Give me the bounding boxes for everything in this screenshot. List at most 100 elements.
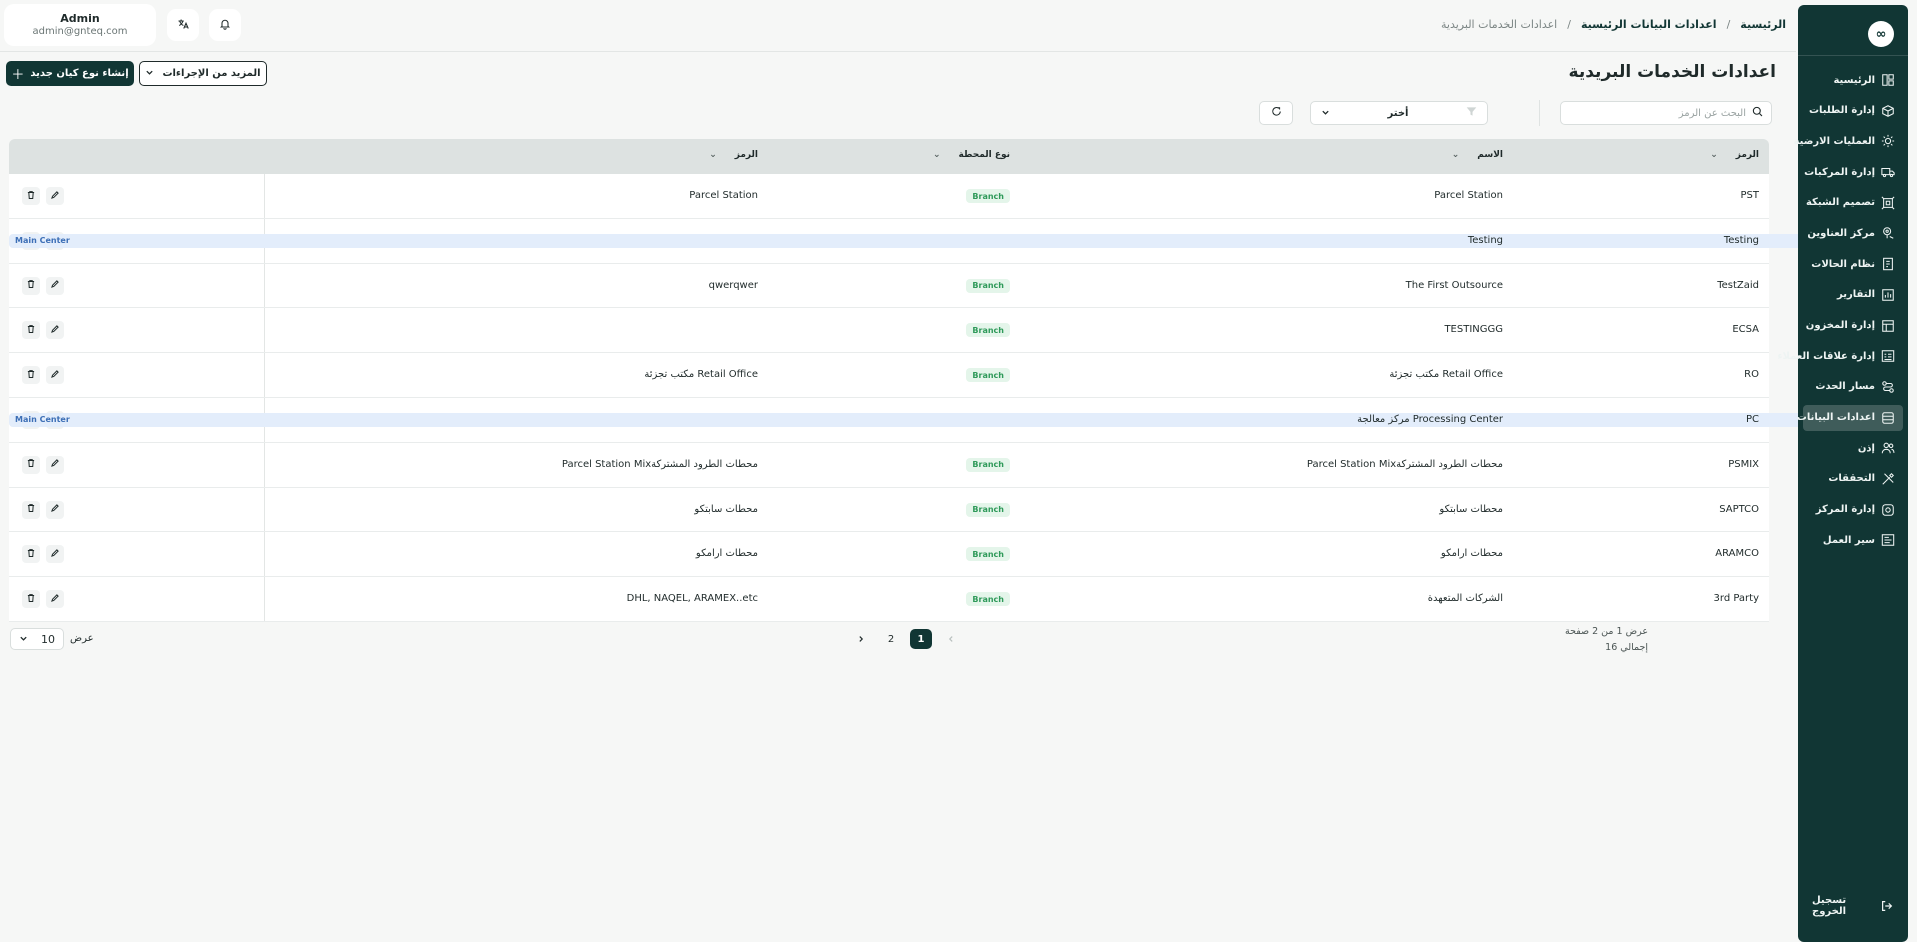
sidebar-item[interactable]: تصميم الشبكة: [1803, 190, 1903, 216]
trash-icon: [26, 548, 36, 561]
status-icon: [1881, 257, 1895, 271]
sidebar-item[interactable]: نظام الحالات: [1803, 251, 1903, 277]
delete-button[interactable]: [22, 321, 40, 340]
trash-icon: [26, 458, 36, 471]
refresh-button[interactable]: [1259, 101, 1293, 125]
cell-name: Testing: [1467, 234, 1503, 246]
sidebar-item[interactable]: إدارة المركبات: [1803, 159, 1903, 185]
sidebar-item[interactable]: التقارير: [1803, 282, 1903, 308]
sidebar-item[interactable]: اعدادات البيانات: [1797, 404, 1903, 431]
table-row[interactable]: Processing Center مركز معالجة Main Cente…: [9, 397, 1805, 443]
table-row[interactable]: Retail Office مكتب تجزئة Branch Retail O…: [9, 353, 1769, 398]
table-row[interactable]: Branch TESTINGGG ECSA: [9, 308, 1769, 354]
row-actions-cell: [9, 532, 265, 577]
cell-code-2: محطات سابتكو: [694, 503, 758, 515]
crm-icon: [1881, 349, 1895, 363]
truck-icon: [1881, 165, 1895, 179]
breadcrumb-separator: /: [1726, 18, 1731, 31]
cell-code-2: محطات ارامكو: [695, 548, 758, 560]
row-actions-cell: [9, 174, 265, 218]
sidebar-item[interactable]: مركز العناوين: [1803, 220, 1903, 246]
page-size-select[interactable]: 10: [10, 628, 64, 650]
sidebar-item-label: نظام الحالات: [1811, 258, 1875, 270]
table-row[interactable]: qwerqwer Branch The First Outsource Test…: [9, 263, 1769, 309]
sidebar-item[interactable]: سير العمل: [1803, 527, 1903, 553]
edit-button[interactable]: [46, 321, 64, 340]
column-header-code[interactable]: الرمز ⌄: [1710, 150, 1759, 160]
cell-code-2: DHL, NAQEL, ARAMEX..etc: [626, 593, 758, 605]
more-actions-button[interactable]: المزيد من الإجراءات: [139, 61, 267, 86]
cell-name: محطات ارامكو: [1440, 548, 1503, 560]
delete-button[interactable]: [22, 276, 40, 295]
notifications-button[interactable]: [209, 9, 241, 41]
sidebar-item-label: إدارة المركز: [1815, 504, 1875, 516]
delete-button[interactable]: [22, 590, 40, 609]
plus-icon: ＋: [11, 68, 25, 83]
search-input[interactable]: [1576, 107, 1746, 119]
pagination: 2 1: [850, 629, 962, 649]
sidebar-item[interactable]: التحققات: [1803, 466, 1903, 492]
delete-button[interactable]: [22, 545, 40, 564]
edit-button[interactable]: [46, 455, 64, 474]
page-button-1[interactable]: 1: [910, 629, 932, 649]
search-box[interactable]: [1560, 101, 1772, 125]
chevron-right-icon: [859, 636, 864, 642]
package-icon: [1881, 104, 1895, 118]
table-row[interactable]: محطات سابتكو Branch محطات سابتكو SAPTCO: [9, 487, 1769, 533]
cell-code-2: محطات الطرود المشتركةParcel Station Mix: [561, 458, 758, 470]
filter-select[interactable]: أختر: [1310, 101, 1488, 125]
cell-code-2: Retail Office مكتب تجزئة: [644, 369, 758, 381]
pagination-info: عرض 1 من 2 صفحة إجمالي 16: [1565, 624, 1648, 656]
sidebar-item[interactable]: إدارة المخزون: [1803, 313, 1903, 339]
previous-page-button[interactable]: [940, 629, 962, 649]
cell-code: ARAMCO: [1715, 548, 1759, 560]
row-actions-cell: [9, 263, 265, 308]
sidebar-item[interactable]: إدارة المركز: [1803, 497, 1903, 523]
edit-button[interactable]: [46, 590, 64, 609]
create-entity-type-button[interactable]: ＋ إنشاء نوع كيان جديد: [6, 61, 134, 86]
table-row[interactable]: Parcel Station Branch Parcel Station PST: [9, 174, 1769, 219]
filter-select-value: أختر: [1387, 107, 1409, 119]
breadcrumb-section[interactable]: اعدادات البيانات الرئيسية: [1581, 18, 1717, 31]
edit-button[interactable]: [46, 366, 64, 385]
edit-button[interactable]: [46, 545, 64, 564]
edit-button[interactable]: [46, 276, 64, 295]
sidebar-item[interactable]: إدارة علاقات العملاء: [1777, 343, 1903, 369]
inventory-icon: [1881, 319, 1895, 333]
edit-button[interactable]: [46, 187, 64, 205]
layout-icon: [1881, 73, 1895, 87]
delete-button[interactable]: [22, 455, 40, 474]
database-icon: [1881, 411, 1895, 425]
column-header-code-2[interactable]: الرمز ⌄: [709, 150, 758, 160]
cell-name: محطات الطرود المشتركةParcel Station Mix: [1306, 458, 1503, 470]
table-row[interactable]: محطات الطرود المشتركةParcel Station Mix …: [9, 442, 1769, 488]
table-row[interactable]: Testing Main Center Testing Testing: [9, 218, 1805, 264]
table-row[interactable]: DHL, NAQEL, ARAMEX..etc Branch الشركات ا…: [9, 577, 1769, 622]
edit-button[interactable]: [46, 500, 64, 519]
sidebar-item[interactable]: إذن: [1803, 435, 1903, 461]
sidebar-item-label: مركز العناوين: [1807, 227, 1875, 239]
sidebar-item[interactable]: مسار الحدث: [1803, 374, 1903, 400]
next-page-button[interactable]: [850, 629, 872, 649]
delete-button[interactable]: [22, 366, 40, 385]
breadcrumb-home[interactable]: الرئيسية: [1740, 18, 1786, 31]
column-header-station-type[interactable]: نوع المحطة ⌄: [933, 150, 1010, 160]
delete-button[interactable]: [22, 187, 40, 205]
delete-button[interactable]: [22, 500, 40, 519]
users-icon: [1881, 441, 1895, 455]
sidebar-item[interactable]: الرئيسية: [1803, 67, 1903, 93]
sidebar-item-label: إدارة المركبات: [1804, 166, 1875, 178]
page-button-2[interactable]: 2: [880, 629, 902, 649]
logout-button[interactable]: تسجيل الخروج: [1806, 894, 1900, 918]
table-row[interactable]: محطات ارامكو Branch محطات ارامكو ARAMCO: [9, 532, 1769, 578]
language-button[interactable]: [167, 9, 199, 41]
cell-code: SAPTCO: [1719, 503, 1759, 515]
sidebar-item[interactable]: العمليات الارضية: [1794, 128, 1903, 154]
user-profile-card[interactable]: Admin admin@gnteq.com: [4, 4, 156, 46]
chevron-down-icon: [1321, 107, 1330, 120]
column-header-name[interactable]: الاسم ⌄: [1452, 150, 1503, 160]
station-type-badge: Branch: [966, 368, 1010, 383]
app-logo[interactable]: ∞: [1868, 21, 1894, 47]
sidebar-item[interactable]: إدارة الطلبات: [1803, 98, 1903, 124]
pencil-icon: [50, 369, 60, 382]
